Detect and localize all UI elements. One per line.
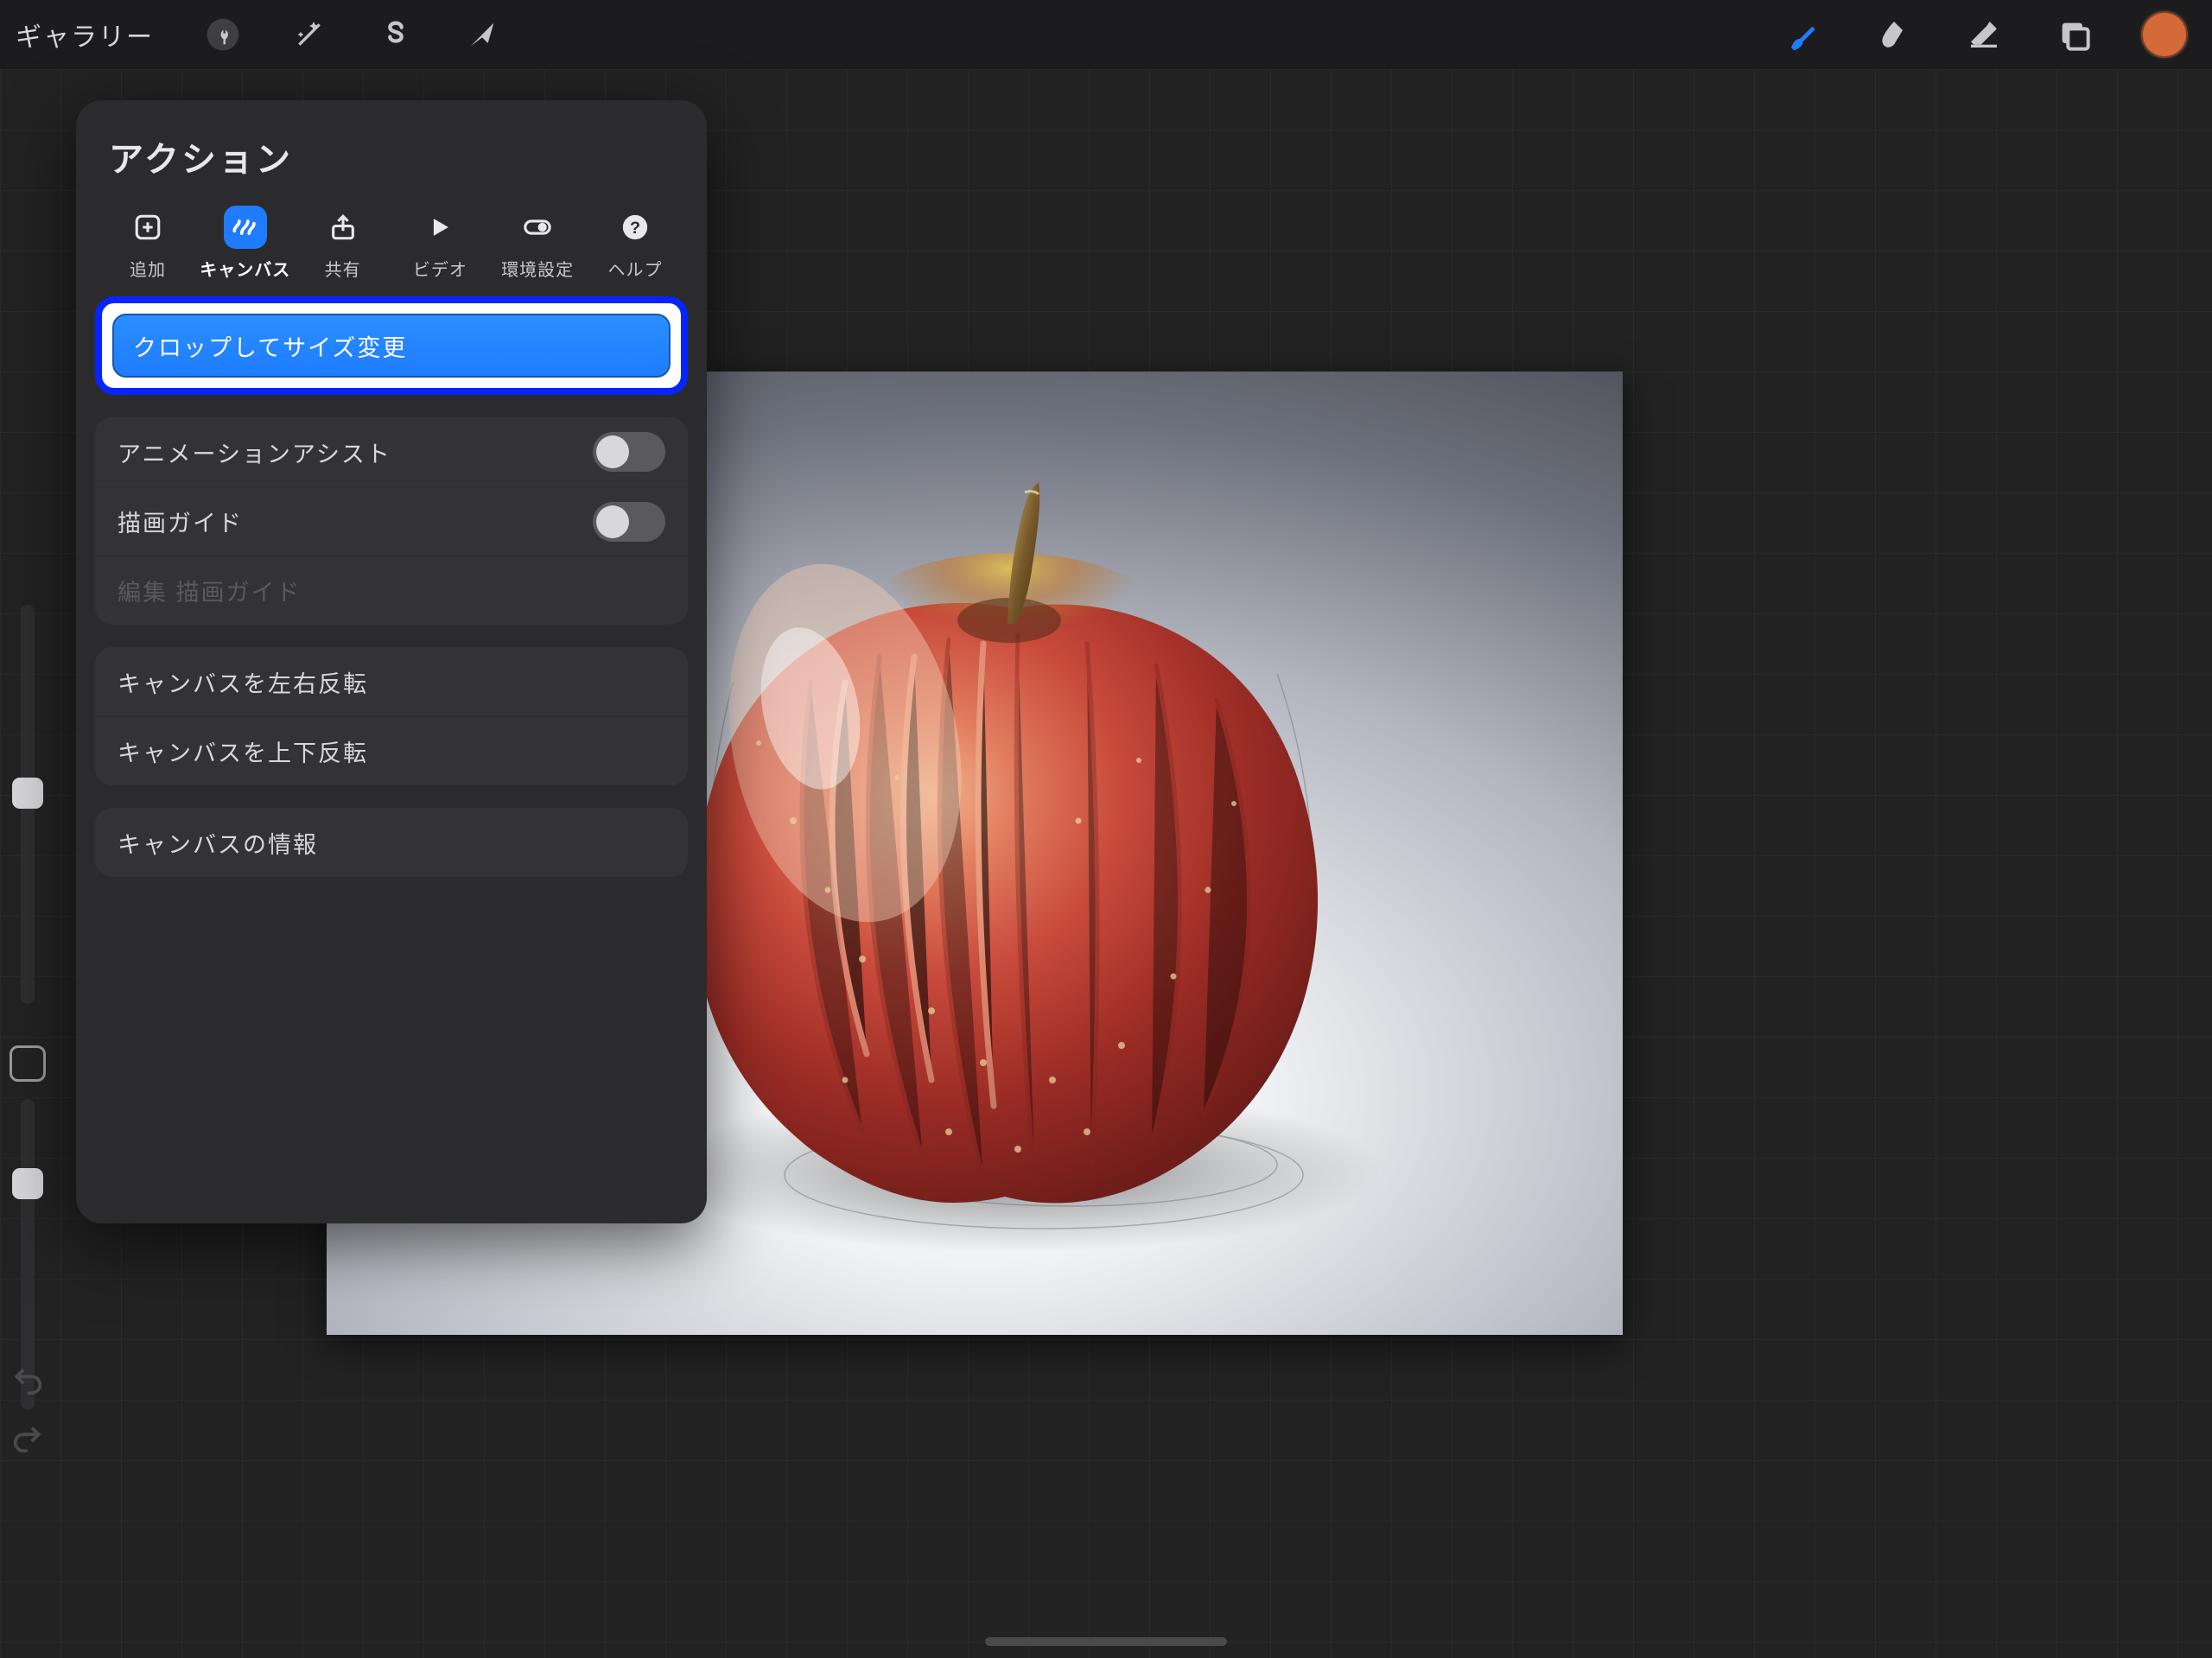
color-swatch[interactable]	[2141, 11, 2188, 58]
add-icon	[126, 206, 169, 249]
layers-icon[interactable]	[2029, 0, 2119, 69]
tab-add-label: 追加	[130, 256, 166, 281]
home-indicator	[985, 1637, 1227, 1646]
crop-resize-label: クロップしてサイズ変更	[133, 329, 407, 363]
tab-canvas-label: キャンバス	[200, 256, 290, 281]
smudge-tool-icon[interactable]	[1849, 0, 1939, 69]
brush-size-handle[interactable]	[12, 778, 43, 809]
selection-s-icon[interactable]	[353, 0, 439, 69]
top-toolbar: ギャラリー	[0, 0, 2212, 69]
crop-resize-highlight: クロップしてサイズ変更	[95, 296, 688, 395]
tab-add[interactable]: 追加	[100, 206, 195, 281]
edit-drawing-guide-item: 編集 描画ガイド	[95, 556, 688, 625]
brush-tool-icon[interactable]	[1759, 0, 1849, 69]
video-icon	[418, 206, 461, 249]
canvas-icon	[224, 206, 267, 249]
tab-share-label: 共有	[325, 256, 361, 281]
opacity-slider[interactable]	[21, 1099, 35, 1410]
tab-share[interactable]: 共有	[296, 206, 391, 281]
actions-panel: アクション 追加 キャンバス 共有 ビデオ	[76, 100, 707, 1223]
canvas-info-label: キャンバスの情報	[118, 826, 318, 860]
prefs-icon	[516, 206, 559, 249]
modifier-button[interactable]	[10, 1045, 46, 1082]
flip-vertical-label: キャンバスを上下反転	[118, 734, 368, 768]
svg-text:?: ?	[630, 219, 640, 238]
redo-button[interactable]	[11, 1422, 44, 1459]
drawing-guide-item[interactable]: 描画ガイド	[95, 486, 688, 556]
tab-help[interactable]: ? ヘルプ	[588, 206, 683, 281]
panel-tabs: 追加 キャンバス 共有 ビデオ 環境設定	[95, 206, 688, 281]
drawing-guide-toggle[interactable]	[593, 502, 665, 542]
panel-title: アクション	[95, 131, 688, 206]
tab-video-label: ビデオ	[413, 256, 467, 281]
tab-help-label: ヘルプ	[607, 256, 662, 281]
tab-canvas[interactable]: キャンバス	[198, 206, 293, 281]
tab-prefs[interactable]: 環境設定	[490, 206, 585, 281]
edit-drawing-guide-label: 編集 描画ガイド	[118, 574, 302, 607]
transform-arrow-icon[interactable]	[439, 0, 525, 69]
undo-button[interactable]	[11, 1364, 44, 1401]
animation-assist-toggle[interactable]	[593, 432, 665, 472]
adjust-wand-icon[interactable]	[266, 0, 353, 69]
canvas-info-item[interactable]: キャンバスの情報	[95, 808, 688, 877]
flip-horizontal-label: キャンバスを左右反転	[118, 665, 368, 699]
crop-resize-item[interactable]: クロップしてサイズ変更	[112, 314, 671, 378]
flip-vertical-item[interactable]: キャンバスを上下反転	[95, 716, 688, 785]
side-controls	[0, 605, 55, 1434]
animation-assist-item[interactable]: アニメーションアシスト	[95, 417, 688, 486]
animation-assist-label: アニメーションアシスト	[118, 435, 391, 469]
flip-horizontal-item[interactable]: キャンバスを左右反転	[95, 647, 688, 716]
gallery-button[interactable]: ギャラリー	[16, 16, 154, 54]
brush-size-slider[interactable]	[21, 605, 35, 1004]
tab-prefs-label: 環境設定	[501, 256, 574, 281]
eraser-tool-icon[interactable]	[1939, 0, 2029, 69]
tab-video[interactable]: ビデオ	[392, 206, 487, 281]
share-icon	[321, 206, 365, 249]
actions-wrench-icon[interactable]	[180, 0, 266, 69]
help-icon: ?	[613, 206, 657, 249]
opacity-handle[interactable]	[12, 1168, 43, 1199]
drawing-guide-label: 描画ガイド	[118, 505, 243, 538]
